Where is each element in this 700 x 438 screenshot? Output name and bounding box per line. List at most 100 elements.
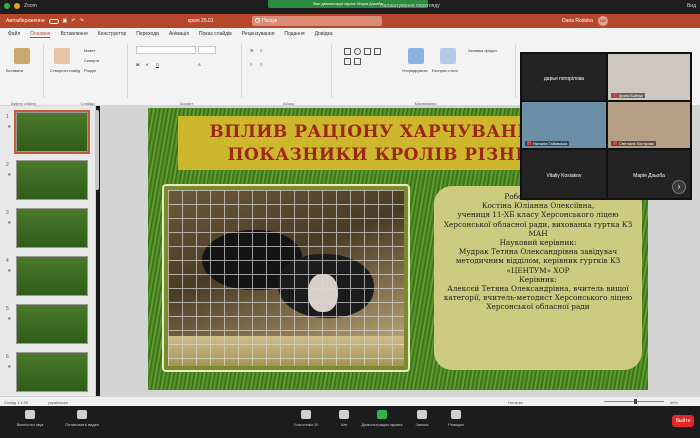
redo-icon[interactable]: ↷ bbox=[79, 18, 83, 24]
next-page-button[interactable]: › bbox=[672, 180, 686, 194]
rabbit-photo-frame bbox=[162, 184, 410, 372]
reactions-button[interactable]: Реакции bbox=[426, 410, 486, 427]
drawing-group: Упорядкувати Експрес-стилі Заливка фігур… bbox=[336, 44, 516, 106]
microphone-icon bbox=[25, 410, 35, 419]
slide-count: Слайд 1 з 35 bbox=[4, 400, 28, 405]
font-family-select[interactable] bbox=[136, 46, 196, 54]
thumbnail-image bbox=[14, 110, 90, 154]
shape-star-icon[interactable] bbox=[354, 58, 361, 65]
app-label: Zoom bbox=[24, 3, 37, 9]
author-info-box: Роботу виконала: Костіна Юліанна Олексії… bbox=[434, 186, 642, 370]
slide-thumbnail[interactable]: 6 ★ bbox=[4, 352, 94, 392]
tab-slideshow[interactable]: Показ слайдів bbox=[199, 31, 232, 38]
search-icon bbox=[255, 18, 260, 23]
shape-triangle-icon[interactable] bbox=[344, 58, 351, 65]
participant-tile[interactable]: Наталія Гайовська bbox=[522, 102, 606, 148]
tab-view[interactable]: Подання bbox=[284, 31, 304, 38]
view-options-label[interactable]: Налаштування перегляду bbox=[380, 3, 440, 9]
cage-wire bbox=[168, 190, 404, 366]
animation-star-icon: ★ bbox=[7, 268, 12, 274]
section-button[interactable]: Розділ bbox=[84, 68, 96, 73]
camera-icon bbox=[77, 410, 87, 419]
font-size-select[interactable] bbox=[198, 46, 216, 54]
shape-line-icon[interactable] bbox=[364, 48, 371, 55]
search-input[interactable]: Пошук bbox=[252, 16, 382, 26]
thumbnail-image bbox=[16, 160, 88, 200]
arrange-icon[interactable] bbox=[408, 48, 424, 64]
underline-icon[interactable]: П bbox=[156, 62, 159, 67]
slide-thumbnail[interactable]: 2 ★ bbox=[4, 160, 94, 200]
font-group: Ж К П A Шрифт bbox=[132, 44, 242, 106]
shape-arrow-icon[interactable] bbox=[374, 48, 381, 55]
layout-button[interactable]: Макет bbox=[84, 48, 95, 53]
thumbnails-scrollbar[interactable] bbox=[95, 110, 99, 190]
slide-thumbnail[interactable]: 4 ★ bbox=[4, 256, 94, 296]
user-name[interactable]: Daria Roduba bbox=[562, 18, 593, 24]
shape-oval-icon[interactable] bbox=[354, 48, 361, 55]
info-icon[interactable] bbox=[14, 3, 20, 9]
slide-thumbnail[interactable]: 1 ★ bbox=[4, 110, 94, 154]
bold-icon[interactable]: Ж bbox=[136, 62, 140, 67]
quick-styles-button[interactable]: Експрес-стилі bbox=[432, 68, 458, 73]
file-name[interactable]: кролі 25.01 bbox=[188, 18, 214, 24]
font-color-icon[interactable]: A bbox=[198, 62, 201, 67]
undo-icon[interactable]: ↶ bbox=[71, 18, 75, 24]
participant-gallery: дарья погорілова Ірина Бойчук Наталія Га… bbox=[520, 52, 692, 200]
tab-transitions[interactable]: Переходи bbox=[136, 31, 159, 38]
reset-button[interactable]: Скинути bbox=[84, 58, 99, 63]
animation-star-icon: ★ bbox=[7, 124, 12, 130]
tab-help[interactable]: Довідка bbox=[315, 31, 333, 38]
leave-meeting-button[interactable]: Выйти bbox=[672, 415, 694, 427]
autosave-toggle[interactable] bbox=[48, 18, 59, 24]
slide-thumbnail[interactable]: 3 ★ bbox=[4, 208, 94, 248]
tab-review[interactable]: Рецензування bbox=[242, 31, 275, 38]
quick-styles-icon[interactable] bbox=[440, 48, 456, 64]
ribbon-tabs: Файл Основне Вставлення Конструктор Пере… bbox=[0, 28, 700, 40]
notes-button[interactable]: Нотатки bbox=[508, 400, 523, 405]
slide-thumbnail[interactable]: 5 ★ bbox=[4, 304, 94, 344]
zoom-top-bar: Zoom Вас демонструє екран: Марія Дзьоба … bbox=[0, 0, 700, 14]
mute-button[interactable]: Включити звук bbox=[0, 410, 60, 427]
reactions-icon bbox=[451, 410, 461, 419]
avatar[interactable]: DR bbox=[598, 16, 608, 26]
participant-tile[interactable]: Ірина Бойчук bbox=[608, 54, 690, 100]
shape-fill-button[interactable]: Заливка фігури bbox=[468, 48, 497, 53]
new-slide-button[interactable]: Створити слайд bbox=[50, 68, 80, 73]
tab-design[interactable]: Конструктор bbox=[98, 31, 127, 38]
tab-animation[interactable]: Анімація bbox=[169, 31, 189, 38]
zoom-slider-knob[interactable] bbox=[634, 399, 637, 404]
zoom-percent[interactable]: 66% bbox=[670, 400, 678, 405]
tab-home[interactable]: Основне bbox=[30, 31, 51, 38]
align-center-icon[interactable]: ≡ bbox=[260, 62, 262, 67]
italic-icon[interactable]: К bbox=[146, 62, 148, 67]
screen: { "zoom": { "app_label": "Zoom", "record… bbox=[0, 0, 700, 438]
animation-star-icon: ★ bbox=[7, 316, 12, 322]
numbering-icon[interactable]: ≡ bbox=[260, 48, 262, 53]
status-bar: Слайд 1 з 35 українська Нотатки 66% bbox=[0, 396, 700, 406]
chat-icon bbox=[339, 410, 349, 419]
align-left-icon[interactable]: ≡ bbox=[250, 62, 252, 67]
security-shield-icon[interactable] bbox=[4, 3, 10, 9]
arrange-button[interactable]: Упорядкувати bbox=[402, 68, 428, 73]
tab-file[interactable]: Файл bbox=[8, 31, 20, 38]
paste-button[interactable]: Вставити bbox=[6, 68, 23, 73]
save-icon[interactable]: ▣ bbox=[63, 18, 68, 24]
ppt-title-bar: Автозбереження ▣ ↶ ↷ кролі 25.01 Пошук D… bbox=[0, 14, 700, 28]
view-mode-button[interactable]: Вид bbox=[687, 3, 696, 9]
bullets-icon[interactable]: ☰ bbox=[250, 48, 254, 53]
tab-insert[interactable]: Вставлення bbox=[60, 31, 87, 38]
participant-tile[interactable]: Vitaliy Kosiakov bbox=[522, 150, 606, 198]
stop-video-button[interactable]: Остановить видео bbox=[52, 410, 112, 427]
paste-icon[interactable] bbox=[14, 48, 30, 64]
thumbnail-image bbox=[16, 208, 88, 248]
share-screen-icon bbox=[377, 410, 387, 419]
participant-tile[interactable]: Світлана Кострова bbox=[608, 102, 690, 148]
paragraph-group: ☰ ≡ ≡ ≡ Абзац bbox=[246, 44, 332, 106]
participant-tile[interactable]: дарья погорілова bbox=[522, 54, 606, 100]
new-slide-icon[interactable] bbox=[54, 48, 70, 64]
language-label[interactable]: українська bbox=[48, 400, 68, 405]
mic-off-icon bbox=[613, 141, 617, 145]
rabbit-photo bbox=[168, 190, 404, 366]
shape-rectangle-icon[interactable] bbox=[344, 48, 351, 55]
animation-star-icon: ★ bbox=[7, 364, 12, 370]
